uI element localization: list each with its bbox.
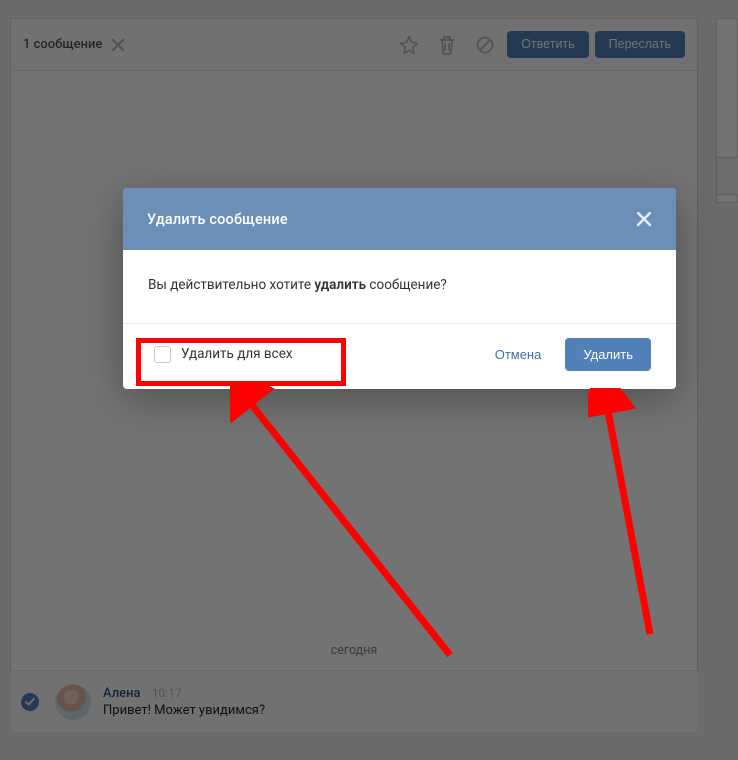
dialog-title: Удалить сообщение xyxy=(147,211,288,228)
confirm-text-prefix: Вы действительно хотите xyxy=(148,277,314,293)
confirm-text-suffix: сообщение? xyxy=(366,277,447,293)
dialog-footer: Удалить для всех Отмена Удалить xyxy=(123,323,676,389)
cancel-button[interactable]: Отмена xyxy=(481,338,556,371)
delete-for-all-label: Удалить для всех xyxy=(181,346,293,362)
close-icon[interactable] xyxy=(636,211,652,227)
delete-message-dialog: Удалить сообщение Вы действительно хотит… xyxy=(123,188,676,389)
delete-for-all-checkbox[interactable]: Удалить для всех xyxy=(148,338,303,371)
dialog-body: Вы действительно хотите удалить сообщени… xyxy=(123,250,676,323)
delete-button[interactable]: Удалить xyxy=(565,338,651,371)
dialog-header: Удалить сообщение xyxy=(123,188,676,250)
checkbox-box xyxy=(154,346,171,363)
dialog-actions: Отмена Удалить xyxy=(481,338,651,371)
confirm-text-bold: удалить xyxy=(314,277,366,293)
